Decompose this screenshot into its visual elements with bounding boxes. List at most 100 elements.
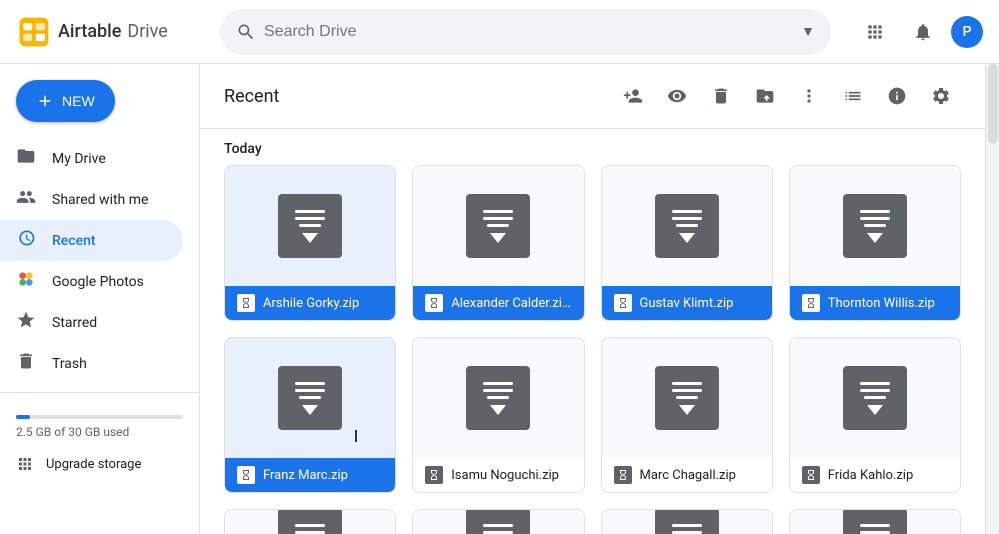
- file-name-6: Isamu Noguchi.zip: [451, 468, 559, 483]
- scrollbar-thumb[interactable]: [988, 64, 998, 144]
- line: [672, 210, 702, 213]
- sidebar-item-trash[interactable]: Trash: [0, 343, 183, 384]
- storage-text: 2.5 GB of 30 GB used: [16, 425, 129, 439]
- trash-icon: [16, 351, 36, 376]
- line: [487, 224, 509, 227]
- sidebar-item-shared[interactable]: Shared with me: [0, 179, 183, 220]
- file-card-1[interactable]: Arshile Gorky.zip: [224, 165, 396, 321]
- sidebar-item-recent[interactable]: Recent: [0, 220, 183, 261]
- file-lines-12: [857, 524, 893, 534]
- upgrade-label: Upgrade storage: [46, 457, 141, 472]
- file-thumb-7: [602, 338, 772, 458]
- bell-icon: [913, 22, 933, 42]
- sidebar-item-starred-label: Starred: [52, 315, 97, 331]
- apps-icon-button[interactable]: [855, 12, 895, 52]
- line: [295, 524, 325, 527]
- file-lines-11: [669, 524, 705, 534]
- new-button-label: NEW: [62, 93, 95, 109]
- section-today: Today: [200, 129, 985, 165]
- sidebar-item-google-photos[interactable]: Google Photos: [0, 261, 183, 302]
- file-arrow-3: [679, 233, 695, 243]
- file-info-4: Thornton Willis.zip: [790, 286, 960, 320]
- file-sm-icon-6: [425, 466, 443, 484]
- new-button[interactable]: NEW: [16, 80, 115, 122]
- list-view-button[interactable]: [833, 76, 873, 116]
- file-sm-icon-1: [237, 294, 255, 312]
- list-view-icon: [843, 86, 863, 106]
- move-to-folder-button[interactable]: [745, 76, 785, 116]
- file-icon-large-8: [843, 366, 907, 430]
- plus-icon: [36, 92, 54, 110]
- file-arrow-6: [490, 405, 506, 415]
- sidebar-item-my-drive-label: My Drive: [52, 151, 106, 167]
- file-card-10[interactable]: [412, 509, 584, 534]
- file-card-2[interactable]: Alexander Calder.zi...: [412, 165, 584, 321]
- scrollbar-track[interactable]: [985, 64, 999, 534]
- file-lines-3: [669, 210, 705, 227]
- view-button[interactable]: [657, 76, 697, 116]
- line: [483, 382, 513, 385]
- line: [672, 382, 702, 385]
- file-info-2: Alexander Calder.zi...: [413, 286, 583, 320]
- line: [860, 210, 890, 213]
- file-thumb-1: [225, 166, 395, 286]
- line: [864, 224, 886, 227]
- file-icon-large-4: [843, 194, 907, 258]
- file-arrow-1: [302, 233, 318, 243]
- file-card-11[interactable]: [601, 509, 773, 534]
- delete-icon: [711, 86, 731, 106]
- line: [676, 224, 698, 227]
- file-icon-large-6: [466, 366, 530, 430]
- file-name-1: Arshile Gorky.zip: [263, 296, 359, 311]
- more-vert-icon: [799, 86, 819, 106]
- file-card-12[interactable]: [789, 509, 961, 534]
- sidebar-item-my-drive[interactable]: My Drive: [0, 138, 183, 179]
- file-lines-1: [292, 210, 328, 227]
- file-lines-9: [292, 524, 328, 534]
- line: [483, 389, 513, 392]
- layout: NEW My Drive Shared with me Recent: [0, 64, 999, 534]
- line: [672, 531, 702, 534]
- file-card-3[interactable]: Gustav Klimt.zip: [601, 165, 773, 321]
- info-button[interactable]: [877, 76, 917, 116]
- search-bar[interactable]: ▼: [220, 9, 831, 55]
- more-options-button[interactable]: [789, 76, 829, 116]
- file-icon-large-2: [466, 194, 530, 258]
- file-lines-6: [480, 382, 516, 399]
- file-card-5[interactable]: Franz Marc.zip: [224, 337, 396, 493]
- search-input[interactable]: [264, 23, 793, 41]
- file-name-2: Alexander Calder.zi...: [451, 296, 571, 311]
- upgrade-storage-button[interactable]: Upgrade storage: [0, 447, 199, 481]
- file-card-9[interactable]: [224, 509, 396, 534]
- settings-button[interactable]: [921, 76, 961, 116]
- file-icon-large-3: [655, 194, 719, 258]
- file-card-6[interactable]: Isamu Noguchi.zip: [412, 337, 584, 493]
- main-actions: [613, 76, 961, 116]
- add-person-button[interactable]: [613, 76, 653, 116]
- file-arrow-8: [867, 405, 883, 415]
- file-card-4[interactable]: Thornton Willis.zip: [789, 165, 961, 321]
- info-icon: [887, 86, 907, 106]
- file-thumb-8: [790, 338, 960, 458]
- file-card-8[interactable]: Frida Kahlo.zip: [789, 337, 961, 493]
- file-thumb-4: [790, 166, 960, 286]
- file-lines-5: [292, 382, 328, 399]
- file-icon-large-11: [655, 509, 719, 534]
- delete-button[interactable]: [701, 76, 741, 116]
- shared-icon: [16, 187, 36, 212]
- file-sm-icon-8: [802, 466, 820, 484]
- file-card-7[interactable]: Marc Chagall.zip: [601, 337, 773, 493]
- my-drive-icon: [16, 146, 36, 171]
- search-icon: [236, 22, 256, 42]
- search-chevron-icon: ▼: [801, 23, 815, 40]
- notifications-icon-button[interactable]: [903, 12, 943, 52]
- line: [483, 524, 513, 527]
- line: [860, 217, 890, 220]
- line: [860, 524, 890, 527]
- file-arrow-5: [302, 405, 318, 415]
- sidebar-item-starred[interactable]: Starred: [0, 302, 183, 343]
- avatar[interactable]: P: [951, 16, 983, 48]
- line: [299, 224, 321, 227]
- file-sm-icon-4: [802, 294, 820, 312]
- settings-icon: [931, 86, 951, 106]
